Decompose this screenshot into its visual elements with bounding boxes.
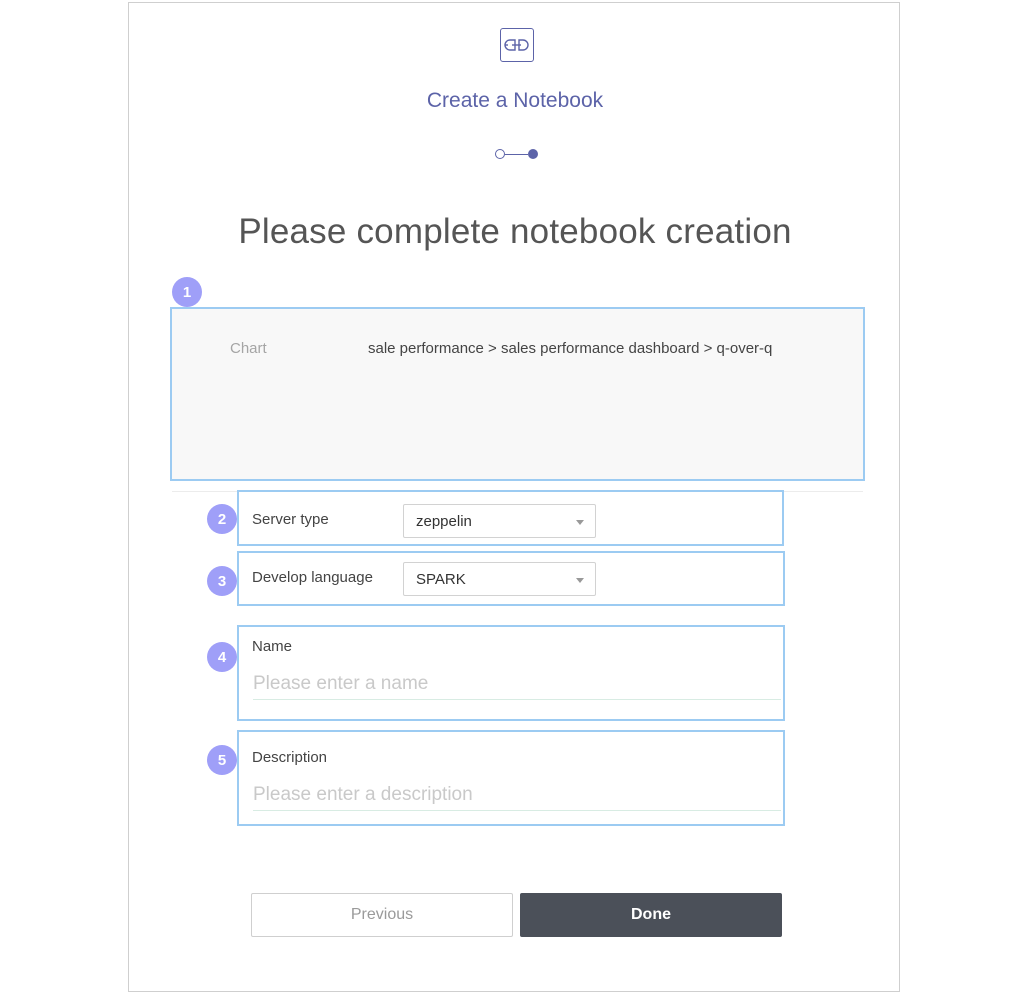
chart-label: Chart <box>230 340 267 357</box>
callout-badge-4: 4 <box>207 642 237 672</box>
server-type-value: zeppelin <box>416 513 472 530</box>
name-input[interactable] <box>253 669 781 700</box>
chevron-down-icon <box>576 578 584 583</box>
step-2-indicator <box>528 149 538 159</box>
chart-info-panel: Chart sale performance > sales performan… <box>170 307 865 481</box>
description-input[interactable] <box>253 780 781 811</box>
done-button[interactable]: Done <box>520 893 782 937</box>
page-heading: Please complete notebook creation <box>238 212 792 251</box>
notebook-plug-icon <box>500 28 534 62</box>
server-type-select[interactable]: zeppelin <box>403 504 596 538</box>
name-label: Name <box>252 638 293 655</box>
callout-badge-1: 1 <box>172 277 202 307</box>
previous-button[interactable]: Previous <box>251 893 513 937</box>
stepper-connector <box>505 154 528 155</box>
name-field-group: Name <box>237 625 785 721</box>
progress-stepper <box>493 147 543 161</box>
callout-badge-2: 2 <box>207 504 237 534</box>
develop-language-select[interactable]: SPARK <box>403 562 596 596</box>
server-type-label: Server type <box>252 511 329 528</box>
callout-badge-5: 5 <box>207 745 237 775</box>
description-label: Description <box>252 749 328 766</box>
develop-language-value: SPARK <box>416 571 466 588</box>
server-type-row: Server type zeppelin <box>237 490 784 546</box>
description-field-group: Description <box>237 730 785 826</box>
callout-badge-3: 3 <box>207 566 237 596</box>
dialog-title: Create a Notebook <box>426 89 604 112</box>
develop-language-row: Develop language SPARK <box>237 551 785 606</box>
chevron-down-icon <box>576 520 584 525</box>
step-1-indicator <box>495 149 505 159</box>
chart-path: sale performance > sales performance das… <box>368 340 773 357</box>
develop-language-label: Develop language <box>252 569 373 586</box>
